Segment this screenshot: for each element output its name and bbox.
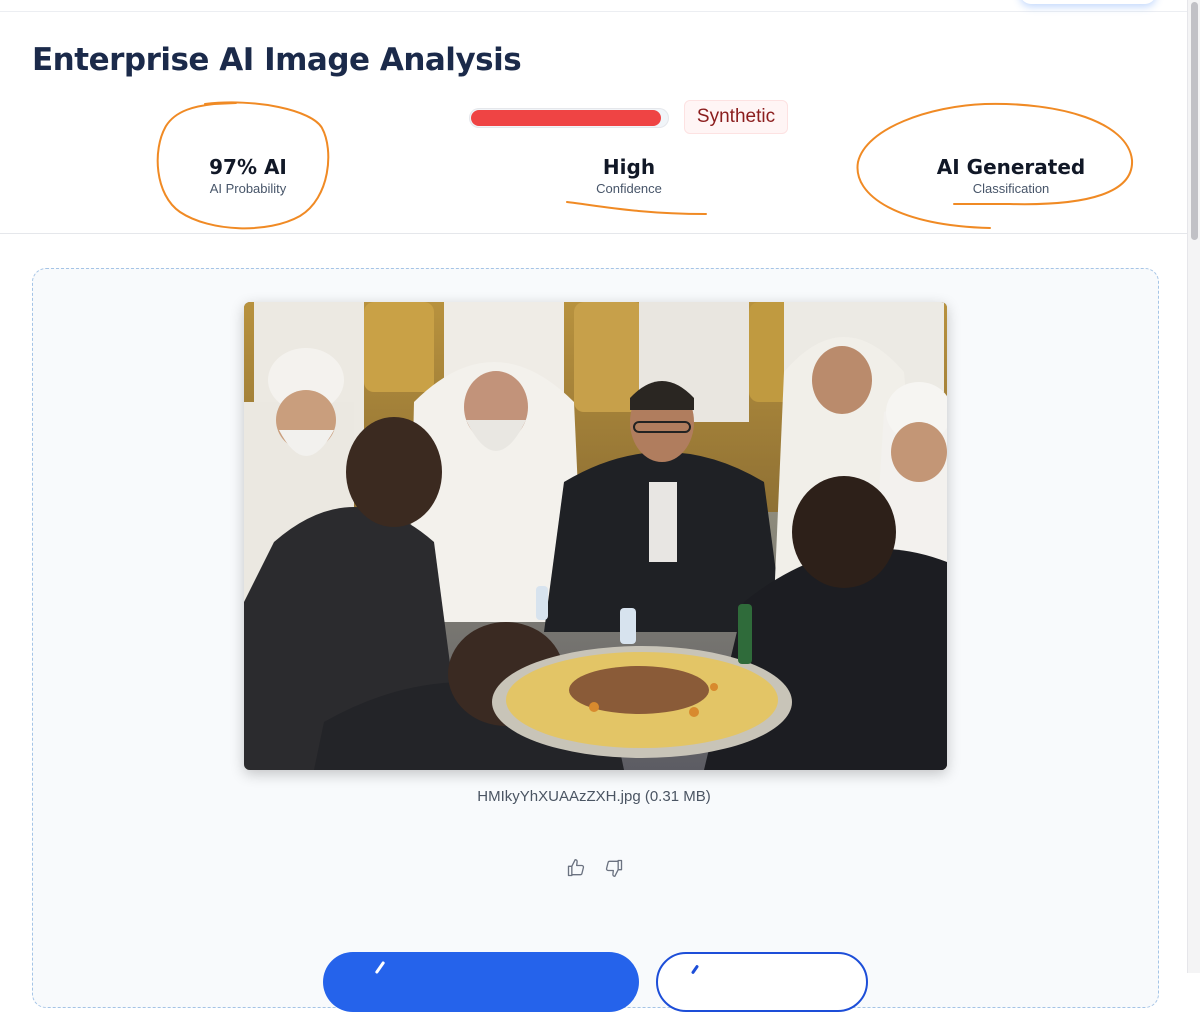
thumbs-down-icon[interactable] (604, 858, 624, 878)
file-info: HMIkyYhXUAAzZXH.jpg (0.31 MB) (0, 788, 1188, 805)
uploaded-image-preview (244, 302, 947, 770)
section-divider (0, 233, 1188, 234)
page-title: Enterprise AI Image Analysis (32, 42, 522, 78)
stat-confidence-value: High (602, 155, 656, 179)
stat-ai-probability: 97% AI AI Probability (118, 154, 378, 196)
file-size: (0.31 MB) (644, 788, 711, 805)
stat-ai-probability-label: AI Probability (209, 181, 287, 196)
scrollbar-thumb[interactable] (1191, 2, 1198, 240)
ai-probability-bar (469, 108, 669, 128)
primary-action-button[interactable] (323, 952, 639, 1012)
stat-classification-value: AI Generated (936, 155, 1086, 179)
primary-action-icon (374, 960, 386, 975)
thumbs-up-icon[interactable] (566, 858, 586, 878)
top-button-edge[interactable] (1020, 0, 1156, 4)
photo-illustration (244, 302, 947, 770)
stat-ai-probability-value: 97% AI (209, 155, 287, 179)
ai-probability-bar-fill (471, 110, 661, 126)
annotation-underline-confidence (566, 201, 707, 215)
file-name: HMIkyYhXUAAzZXH.jpg (477, 788, 641, 805)
stat-classification: AI Generated Classification (881, 154, 1141, 196)
stat-confidence-label: Confidence (596, 181, 662, 196)
top-divider (0, 11, 1188, 12)
stat-classification-label: Classification (972, 181, 1050, 196)
stat-confidence: High Confidence (499, 154, 759, 196)
status-badge: Synthetic (684, 100, 788, 134)
page-scrollbar[interactable] (1187, 0, 1200, 973)
secondary-action-button[interactable] (656, 952, 868, 1012)
